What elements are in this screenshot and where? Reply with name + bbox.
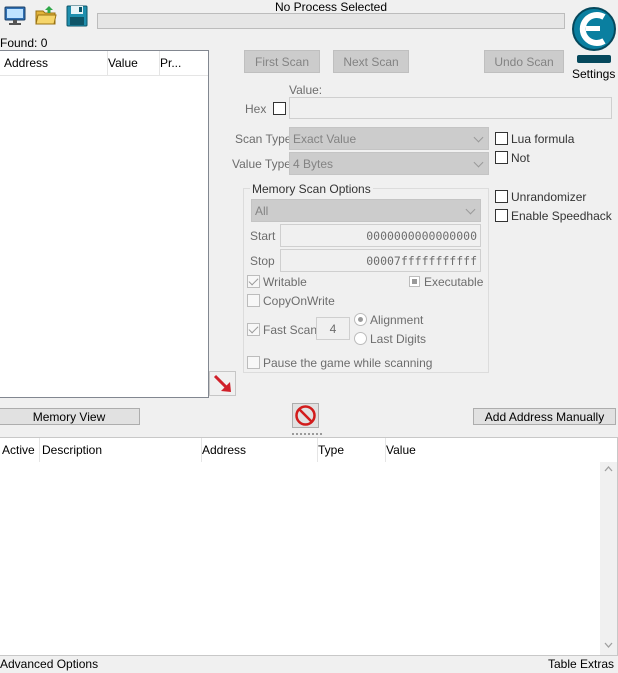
cheat-engine-logo-icon [572,7,616,63]
next-scan-button[interactable]: Next Scan [333,50,409,73]
copy-on-write-label: CopyOnWrite [263,294,335,308]
address-table-header: Active Description Address Type Value [0,438,600,462]
arrow-down-right-icon [213,374,231,392]
found-count: Found: 0 [0,36,48,50]
add-address-manually-button[interactable]: Add Address Manually [473,408,616,425]
unrandomizer-checkbox[interactable] [495,190,508,203]
cheat-engine-logo[interactable] [569,0,618,66]
address-table[interactable]: Active Description Address Type Value [0,437,618,656]
column-header-type[interactable]: Type [314,438,386,462]
computer-monitor-icon [4,6,26,25]
chevron-down-icon[interactable] [604,640,613,649]
executable-label: Executable [424,275,484,289]
value-type-dropdown[interactable]: 4 Bytes [289,152,489,175]
unrandomizer-label: Unrandomizer [511,190,587,204]
undo-scan-button[interactable]: Undo Scan [484,50,564,73]
column-header-previous[interactable]: Pr... [156,51,210,75]
pause-game-label: Pause the game while scanning [263,356,433,370]
advanced-options-link[interactable]: Advanced Options [0,657,98,671]
fast-scan-value-input[interactable]: 4 [316,317,350,340]
executable-checkbox[interactable] [409,276,420,287]
enable-speedhack-checkbox[interactable] [495,209,508,222]
hex-label: Hex [245,102,267,116]
stop-address-input[interactable]: 00007fffffffffff [280,249,481,272]
start-label: Start [250,229,276,243]
not-checkbox[interactable] [495,151,508,164]
memory-region-dropdown[interactable]: All [251,199,481,222]
column-header-address[interactable]: Address [0,51,108,75]
memory-scan-options-title: Memory Scan Options [250,182,373,196]
splitter-grip [292,433,322,435]
enable-speedhack-label: Enable Speedhack [511,209,612,223]
writable-label: Writable [263,275,307,289]
not-label: Not [511,151,530,165]
results-list[interactable]: Address Value Pr... [0,50,209,398]
lua-formula-checkbox[interactable] [495,132,508,145]
start-address-input[interactable]: 0000000000000000 [280,224,481,247]
table-extras-link[interactable]: Table Extras [548,657,614,671]
fast-scan-label: Fast Scan [263,323,318,337]
vertical-scrollbar[interactable] [600,462,617,655]
copy-on-write-checkbox[interactable] [247,294,260,307]
settings-link[interactable]: Settings [572,67,615,81]
folder-open-icon [35,6,57,25]
copy-to-table-button[interactable] [209,371,236,396]
column-header-address[interactable]: Address [198,438,318,462]
value-type-label: Value Type [232,157,291,171]
column-header-value[interactable]: Value [104,51,160,75]
chevron-down-icon [465,204,476,214]
chevron-down-icon [473,132,484,142]
results-list-header: Address Value Pr... [0,51,208,76]
prohibited-icon [295,405,316,426]
chevron-up-icon[interactable] [604,465,613,474]
scan-type-dropdown[interactable]: Exact Value [289,127,489,150]
pause-game-checkbox[interactable] [247,356,260,369]
open-process-button[interactable] [2,3,28,29]
last-digits-radio[interactable] [354,332,367,345]
fast-scan-checkbox[interactable] [247,323,260,336]
column-header-description[interactable]: Description [38,438,202,462]
open-file-button[interactable] [33,3,59,29]
alignment-label: Alignment [370,313,424,327]
save-button[interactable] [64,3,90,29]
first-scan-button[interactable]: First Scan [244,50,320,73]
column-header-value[interactable]: Value [382,438,604,462]
panel-splitter[interactable] [0,431,618,436]
hex-checkbox[interactable] [273,102,286,115]
column-header-active[interactable]: Active [0,438,40,462]
floppy-disk-icon [66,5,88,27]
memory-view-button[interactable]: Memory View [0,408,140,425]
scan-progress-bar [97,13,565,29]
lua-formula-label: Lua formula [511,132,575,146]
stop-scan-button[interactable] [292,403,319,428]
stop-label: Stop [250,254,275,268]
chevron-down-icon [473,157,484,167]
value-label: Value: [289,83,323,97]
process-title: No Process Selected [274,0,388,14]
scan-type-label: Scan Type [235,132,292,146]
last-digits-label: Last Digits [370,332,427,346]
alignment-radio[interactable] [354,313,367,326]
writable-checkbox[interactable] [247,275,260,288]
value-input[interactable] [289,97,612,119]
